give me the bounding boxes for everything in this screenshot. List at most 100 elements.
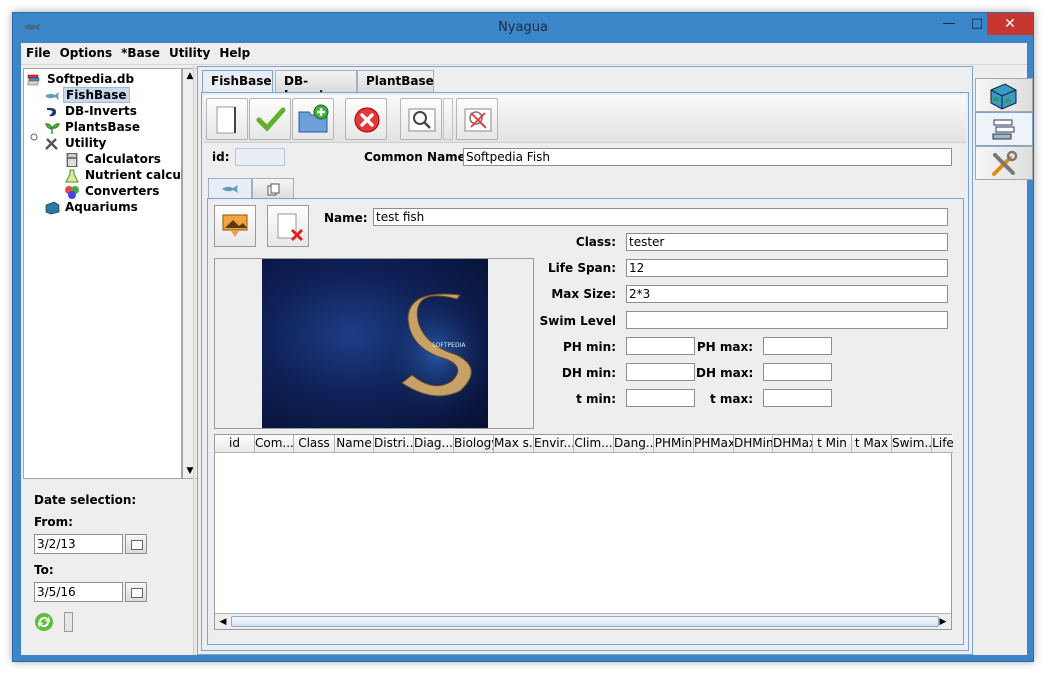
menu-base[interactable]: *Base [116,43,164,60]
tree-item-label: Calculators [85,152,161,166]
column-header-climate[interactable]: Clim... [574,435,614,452]
table-horizontal-scrollbar[interactable]: ◀ ▶ [215,613,951,629]
from-label: From: [34,515,73,529]
tools-icon [45,137,58,150]
dh-max-field[interactable] [763,363,832,381]
column-header-swim-level[interactable]: Swim... [892,435,932,452]
to-calendar-icon[interactable] [125,582,147,602]
tab-db-inverts[interactable]: DB-Inverts [275,70,357,102]
name-field[interactable]: test fish [373,208,948,226]
refresh-icon[interactable] [34,612,54,632]
delete-record-button[interactable] [345,98,387,140]
clear-search-button[interactable] [456,98,498,140]
tree-item-label: Utility [65,136,107,150]
tab-database-view[interactable] [975,112,1033,146]
clear-search-icon [464,108,492,132]
scroll-left-arrow-icon[interactable]: ◀ [216,615,230,629]
column-header-t-min[interactable]: t Min [813,435,852,452]
tree-item-db-inverts[interactable]: DB-Inverts [44,103,139,119]
search-record-button[interactable] [400,98,442,140]
ph-max-field[interactable] [763,337,832,355]
column-header-dh-min[interactable]: DHMin [734,435,773,452]
common-name-label: Common Name: [364,150,471,164]
date-selection-title: Date selection: [34,493,137,507]
t-min-field[interactable] [626,389,695,407]
minimize-button[interactable]: — [935,13,963,35]
add-record-button[interactable] [292,98,334,140]
calculator-icon [66,152,78,167]
checkmark-icon [256,107,286,132]
tab-plantbase[interactable]: PlantBase [357,70,434,92]
tree-item-utility[interactable]: Utility [44,135,108,151]
column-header-biology[interactable]: Biology [454,435,494,452]
from-date-field[interactable]: 3/2/13 [34,534,123,554]
from-calendar-icon[interactable] [125,534,147,554]
to-date-field[interactable]: 3/5/16 [34,582,123,602]
date-toggle-button[interactable] [64,612,73,632]
close-button[interactable]: ✕ [987,13,1033,35]
right-side-tabs [973,66,1033,655]
t-max-field[interactable] [763,389,832,407]
fish-icon [45,91,59,100]
date-selection-panel: Date selection: From: 3/2/13 To: 3/5/16 [21,484,192,655]
new-record-button[interactable] [206,98,248,140]
tree-item-label: FishBase [63,87,130,103]
column-header-name[interactable]: Name [335,435,374,452]
class-label: Class: [575,235,616,249]
menu-help[interactable]: Help [214,43,254,60]
tree-item-plantsbase[interactable]: PlantsBase [44,119,142,135]
tree-expand-icon[interactable] [30,133,38,141]
tab-fishbase[interactable]: FishBase [202,70,273,93]
tab-aquarium-view[interactable] [975,78,1033,112]
life-span-field[interactable]: 12 [626,259,948,277]
tree-item-converters[interactable]: Converters [64,183,161,199]
dh-min-label: DH min: [561,366,616,380]
column-header-id[interactable]: id [215,435,255,452]
stacked-database-icon [992,119,1015,140]
column-header-diagnosis[interactable]: Diag... [414,435,454,452]
scroll-right-arrow-icon[interactable]: ▶ [936,615,950,629]
plant-icon [45,122,60,134]
ph-min-field[interactable] [626,337,695,355]
column-header-common-name[interactable]: Com... [255,435,294,452]
column-header-dh-max[interactable]: DHMax [773,435,813,452]
title-bar[interactable]: Nyagua — □ ✕ [13,13,1033,43]
column-header-t-max[interactable]: t Max [852,435,892,452]
tree-item-aquariums[interactable]: Aquariums [44,199,140,215]
remove-image-button[interactable] [267,205,309,247]
column-header-max-size[interactable]: Max s... [494,435,534,452]
max-size-field[interactable]: 2*3 [626,285,948,303]
column-header-ph-max[interactable]: PHMax [694,435,734,452]
tree-item-nutrient-calculator[interactable]: Nutrient calcul [64,167,187,183]
tab-notes[interactable] [252,178,294,198]
scrollbar-thumb[interactable] [231,616,939,627]
tree-root[interactable]: Softpedia.db [26,71,136,87]
common-name-field[interactable]: Softpedia Fish [463,148,952,166]
column-header-distribution[interactable]: Distri... [374,435,414,452]
tree-item-calculators[interactable]: Calculators [64,151,163,167]
tree-item-fishbase[interactable]: FishBase [44,87,130,103]
dh-min-field[interactable] [626,363,695,381]
class-field[interactable]: tester [626,233,948,251]
load-image-button[interactable] [214,205,256,247]
tab-fish-details[interactable] [208,178,252,199]
split-divider[interactable] [193,66,196,655]
fish-details-panel: SOFTPEDIA Name: test fish Class: tester … [207,198,964,645]
id-field [235,148,285,166]
column-header-life-span[interactable]: Life [932,435,953,452]
column-header-dangerous[interactable]: Dang... [614,435,654,452]
delete-icon [354,107,380,133]
menu-utility[interactable]: Utility [164,43,214,60]
aquarium-icon [990,83,1017,110]
image-load-icon [222,214,248,237]
swim-level-field[interactable] [626,311,948,329]
menu-file[interactable]: File [21,43,55,60]
column-header-class[interactable]: Class [294,435,335,452]
save-record-button[interactable] [249,98,291,140]
tab-tools-view[interactable] [975,146,1033,180]
menu-options[interactable]: Options [55,43,117,60]
left-pane: Softpedia.db FishBase DB-Inverts PlantsB… [21,66,198,655]
column-header-ph-min[interactable]: PHMin [654,435,694,452]
column-header-environment[interactable]: Envir... [534,435,574,452]
tools-icon [992,150,1018,176]
